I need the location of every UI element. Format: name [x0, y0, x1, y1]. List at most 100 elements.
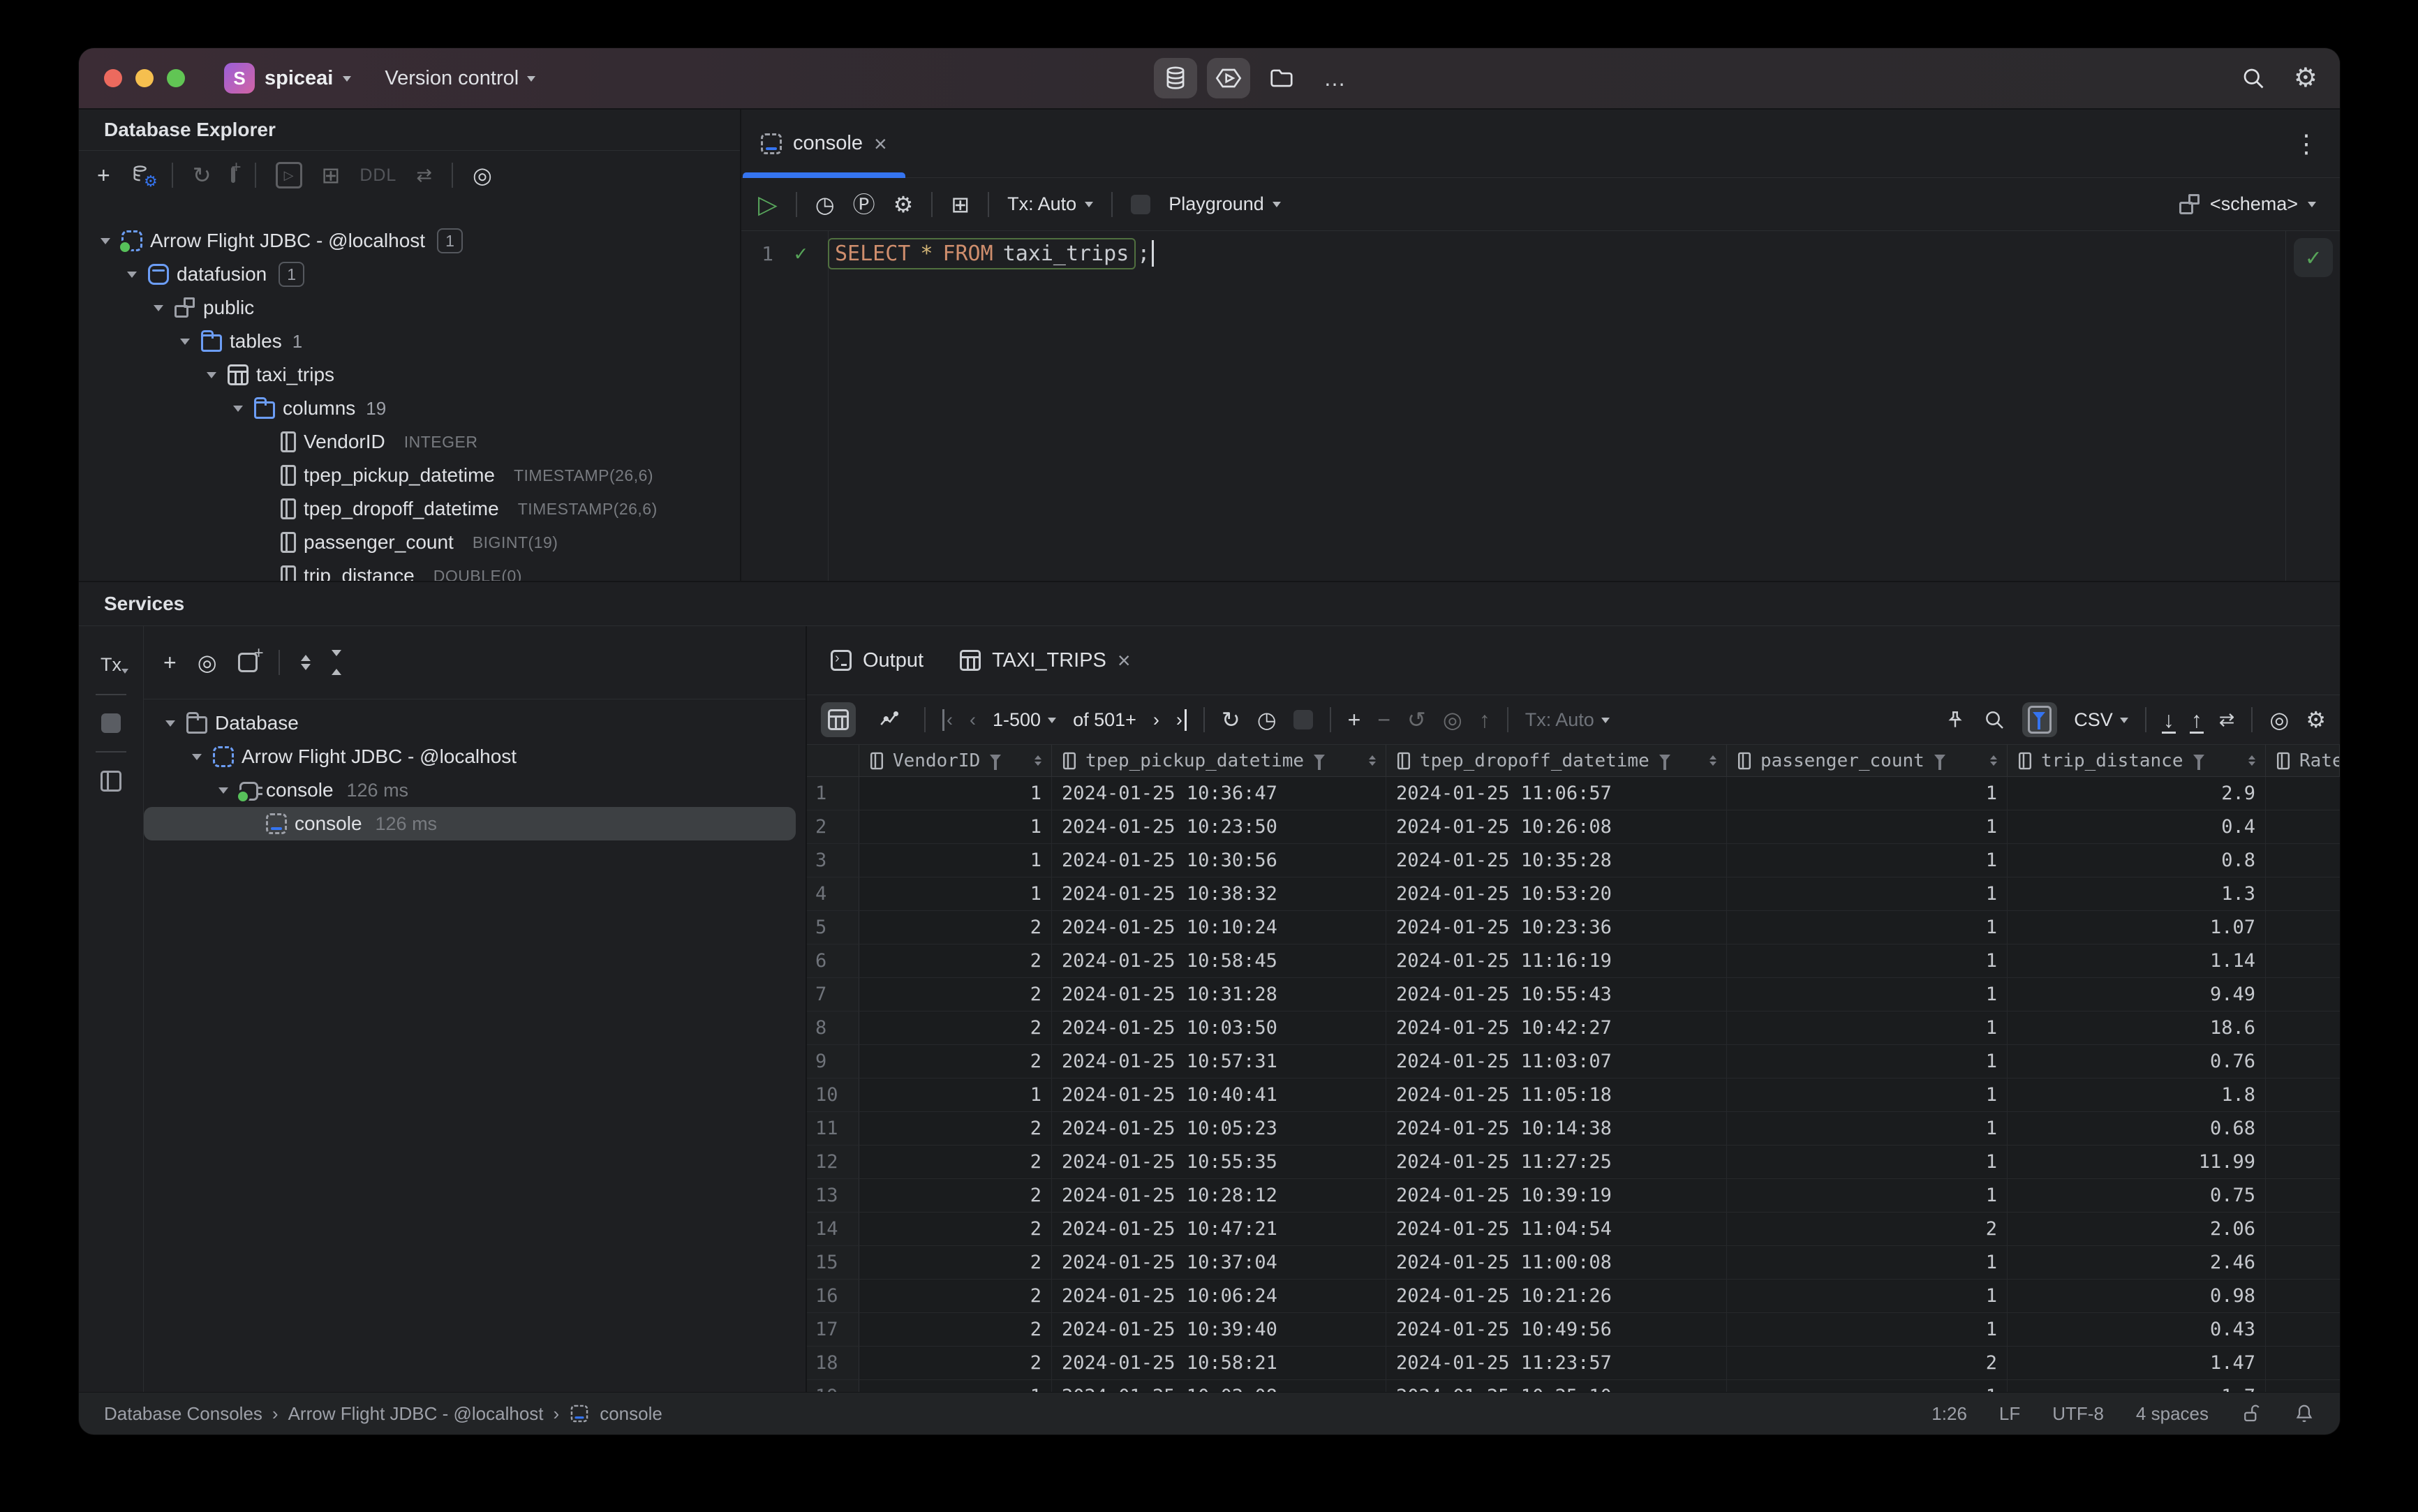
- cell-vendor-id[interactable]: 2: [859, 978, 1052, 1011]
- cell-rate[interactable]: [2266, 1347, 2340, 1379]
- row-number[interactable]: 10: [807, 1079, 859, 1111]
- grid-settings-button[interactable]: ⚙: [2306, 709, 2326, 731]
- cell-vendor-id[interactable]: 2: [859, 1112, 1052, 1145]
- reload-data-button[interactable]: ↻: [1222, 709, 1240, 731]
- close-window-button[interactable]: [104, 69, 122, 87]
- row-number[interactable]: 9: [807, 1045, 859, 1078]
- filter-icon[interactable]: [990, 754, 1002, 770]
- tree-item[interactable]: taxi_trips: [79, 358, 740, 392]
- filter-icon[interactable]: [2193, 754, 2204, 770]
- tree-item[interactable]: VendorID INTEGER: [79, 425, 740, 459]
- sort-icon[interactable]: [1369, 752, 1376, 769]
- chevron-down-icon[interactable]: [203, 366, 220, 383]
- cell-passenger-count[interactable]: 2: [1727, 1347, 2008, 1379]
- row-number[interactable]: 2: [807, 810, 859, 843]
- open-query-console-button[interactable]: ▷: [275, 162, 302, 188]
- first-page-button[interactable]: ‹: [942, 709, 953, 731]
- tree-item[interactable]: Arrow Flight JDBC - @localhost: [144, 740, 806, 773]
- cell-passenger-count[interactable]: 1: [1727, 1380, 2008, 1392]
- cell-pickup-datetime[interactable]: 2024-01-25 10:47:21: [1052, 1213, 1386, 1245]
- cell-passenger-count[interactable]: 1: [1727, 877, 2008, 910]
- cell-rate[interactable]: [2266, 911, 2340, 944]
- version-control-widget[interactable]: Version control: [385, 67, 536, 90]
- cell-dropoff-datetime[interactable]: 2024-01-25 11:27:25: [1386, 1146, 1727, 1178]
- cell-passenger-count[interactable]: 1: [1727, 944, 2008, 977]
- cell-pickup-datetime[interactable]: 2024-01-25 10:39:40: [1052, 1313, 1386, 1346]
- cell-trip-distance[interactable]: 2.06: [2008, 1213, 2266, 1245]
- cell-trip-distance[interactable]: 1.07: [2008, 911, 2266, 944]
- cell-rate[interactable]: [2266, 1380, 2340, 1392]
- chevron-down-icon[interactable]: [230, 400, 246, 417]
- encoding-widget[interactable]: UTF-8: [2052, 1403, 2104, 1425]
- cell-passenger-count[interactable]: 1: [1727, 1246, 2008, 1279]
- row-number[interactable]: 17: [807, 1313, 859, 1346]
- cell-dropoff-datetime[interactable]: 2024-01-25 10:14:38: [1386, 1112, 1727, 1145]
- tree-item[interactable]: tpep_dropoff_datetime TIMESTAMP(26,6): [79, 492, 740, 526]
- cell-pickup-datetime[interactable]: 2024-01-25 10:58:45: [1052, 944, 1386, 977]
- cell-trip-distance[interactable]: 2.9: [2008, 777, 2266, 810]
- layout-panel-icon[interactable]: [101, 771, 121, 792]
- cell-pickup-datetime[interactable]: 2024-01-25 10:58:21: [1052, 1347, 1386, 1379]
- inspections-ok-button[interactable]: ✓: [2294, 238, 2333, 277]
- chevron-down-icon[interactable]: [162, 715, 179, 732]
- header-gutter[interactable]: [807, 745, 859, 776]
- cell-vendor-id[interactable]: 2: [859, 911, 1052, 944]
- cell-vendor-id[interactable]: 2: [859, 1213, 1052, 1245]
- breadcrumb-item[interactable]: console: [600, 1403, 662, 1425]
- cell-rate[interactable]: [2266, 844, 2340, 877]
- tree-item[interactable]: console 126 ms: [144, 773, 806, 807]
- export-settings-button[interactable]: ⇄: [2219, 710, 2235, 729]
- run-button[interactable]: ▷: [758, 191, 778, 217]
- ddl-button[interactable]: DDL: [359, 165, 396, 186]
- column-header[interactable]: trip_distance: [2008, 745, 2266, 776]
- cell-rate[interactable]: [2266, 1213, 2340, 1245]
- cell-vendor-id[interactable]: 1: [859, 1380, 1052, 1392]
- column-header[interactable]: passenger_count: [1727, 745, 2008, 776]
- cell-vendor-id[interactable]: 2: [859, 1313, 1052, 1346]
- cell-vendor-id[interactable]: 1: [859, 844, 1052, 877]
- cell-rate[interactable]: [2266, 1313, 2340, 1346]
- cell-trip-distance[interactable]: 1.47: [2008, 1347, 2266, 1379]
- cell-dropoff-datetime[interactable]: 2024-01-25 10:21:26: [1386, 1280, 1727, 1312]
- cell-dropoff-datetime[interactable]: 2024-01-25 11:23:57: [1386, 1347, 1727, 1379]
- sql-editor[interactable]: 1 ✓ SELECT * FROM taxi_trips ; ✓: [741, 231, 2340, 581]
- cell-vendor-id[interactable]: 2: [859, 1011, 1052, 1044]
- commit-button[interactable]: ↑: [1479, 709, 1490, 731]
- cell-pickup-datetime[interactable]: 2024-01-25 10:10:24: [1052, 911, 1386, 944]
- filter-icon[interactable]: [1659, 754, 1670, 770]
- cell-rate[interactable]: [2266, 1011, 2340, 1044]
- cell-rate[interactable]: [2266, 1112, 2340, 1145]
- row-number[interactable]: 15: [807, 1246, 859, 1279]
- filter-panel-button[interactable]: [2022, 702, 2058, 737]
- cell-rate[interactable]: [2266, 1045, 2340, 1078]
- cell-dropoff-datetime[interactable]: 2024-01-25 10:23:36: [1386, 911, 1727, 944]
- cell-passenger-count[interactable]: 2: [1727, 1213, 2008, 1245]
- search-everywhere-button[interactable]: [2241, 66, 2266, 91]
- import-button[interactable]: ↓: [2161, 709, 2176, 734]
- cell-pickup-datetime[interactable]: 2024-01-25 10:02:08: [1052, 1380, 1386, 1392]
- cell-passenger-count[interactable]: 1: [1727, 1179, 2008, 1212]
- tree-item[interactable]: datafusion 1: [79, 258, 740, 291]
- cell-passenger-count[interactable]: 1: [1727, 1079, 2008, 1111]
- close-icon[interactable]: ×: [874, 133, 887, 155]
- next-page-button[interactable]: ›: [1153, 709, 1159, 731]
- sort-icon[interactable]: [2248, 752, 2255, 769]
- pin-tab-button[interactable]: [1944, 709, 1966, 731]
- row-number[interactable]: 6: [807, 944, 859, 977]
- row-number[interactable]: 8: [807, 1011, 859, 1044]
- cell-passenger-count[interactable]: 1: [1727, 1112, 2008, 1145]
- cell-vendor-id[interactable]: 1: [859, 810, 1052, 843]
- page-range-select[interactable]: 1-500: [993, 709, 1057, 731]
- cell-pickup-datetime[interactable]: 2024-01-25 10:23:50: [1052, 810, 1386, 843]
- notifications-button[interactable]: [2294, 1403, 2315, 1424]
- cell-trip-distance[interactable]: 0.43: [2008, 1313, 2266, 1346]
- project-widget[interactable]: S spiceai: [224, 63, 352, 94]
- cell-vendor-id[interactable]: 2: [859, 1045, 1052, 1078]
- delete-row-button[interactable]: −: [1377, 709, 1390, 731]
- jump-to-ddl-button[interactable]: ⇄: [416, 165, 432, 185]
- sort-icon[interactable]: [1990, 752, 1997, 769]
- last-page-button[interactable]: ›: [1176, 709, 1187, 731]
- cell-pickup-datetime[interactable]: 2024-01-25 10:38:32: [1052, 877, 1386, 910]
- cell-dropoff-datetime[interactable]: 2024-01-25 11:16:19: [1386, 944, 1727, 977]
- chevron-down-icon[interactable]: [215, 782, 232, 799]
